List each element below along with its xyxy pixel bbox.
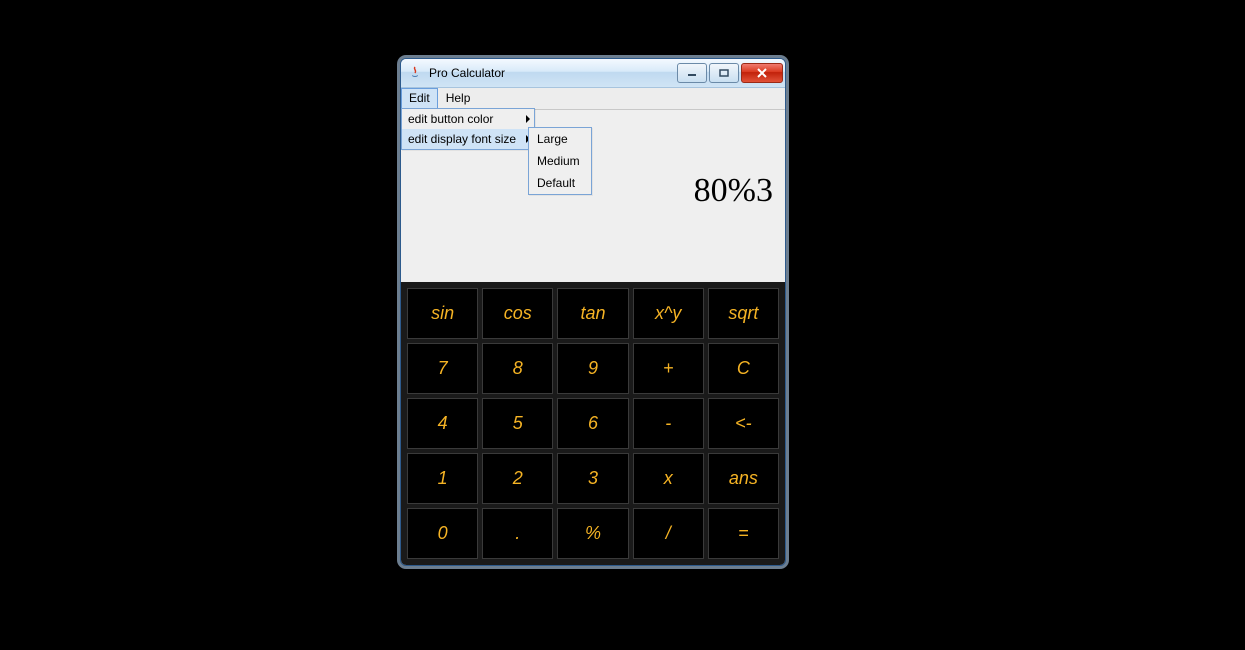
key-sqrt[interactable]: sqrt [708, 288, 779, 339]
display-value: 80%3 [694, 172, 773, 210]
font-size-submenu: Large Medium Default [528, 127, 592, 195]
key-2[interactable]: 2 [482, 453, 553, 504]
menu-item-edit-display-font-size[interactable]: edit display font size [402, 129, 534, 149]
key-percent[interactable]: % [557, 508, 628, 559]
key-6[interactable]: 6 [557, 398, 628, 449]
key-power[interactable]: x^y [633, 288, 704, 339]
app-window: Pro Calculator Edit Help edit button col… [400, 58, 786, 566]
key-equals[interactable]: = [708, 508, 779, 559]
key-cos[interactable]: cos [482, 288, 553, 339]
key-tan[interactable]: tan [557, 288, 628, 339]
menu-item-label: edit button color [408, 112, 493, 126]
minimize-button[interactable] [677, 63, 707, 83]
key-minus[interactable]: - [633, 398, 704, 449]
key-clear[interactable]: C [708, 343, 779, 394]
titlebar[interactable]: Pro Calculator [401, 59, 785, 88]
close-button[interactable] [741, 63, 783, 83]
key-4[interactable]: 4 [407, 398, 478, 449]
key-9[interactable]: 9 [557, 343, 628, 394]
key-decimal[interactable]: . [482, 508, 553, 559]
menu-help[interactable]: Help [438, 88, 479, 109]
menu-item-edit-button-color[interactable]: edit button color [402, 109, 534, 129]
edit-dropdown: edit button color edit display font size [401, 108, 535, 150]
key-plus[interactable]: + [633, 343, 704, 394]
menu-edit[interactable]: Edit [401, 88, 438, 109]
submenu-item-medium[interactable]: Medium [529, 150, 591, 172]
java-icon [407, 65, 423, 81]
key-sin[interactable]: sin [407, 288, 478, 339]
submenu-arrow-icon [526, 115, 530, 123]
key-ans[interactable]: ans [708, 453, 779, 504]
key-8[interactable]: 8 [482, 343, 553, 394]
key-5[interactable]: 5 [482, 398, 553, 449]
submenu-item-default[interactable]: Default [529, 172, 591, 194]
key-3[interactable]: 3 [557, 453, 628, 504]
key-multiply[interactable]: x [633, 453, 704, 504]
key-divide[interactable]: / [633, 508, 704, 559]
key-1[interactable]: 1 [407, 453, 478, 504]
key-0[interactable]: 0 [407, 508, 478, 559]
keypad: sin cos tan x^y sqrt 7 8 9 + C 4 5 6 - <… [401, 282, 785, 565]
submenu-item-large[interactable]: Large [529, 128, 591, 150]
maximize-button[interactable] [709, 63, 739, 83]
menu-item-label: edit display font size [408, 132, 516, 146]
window-buttons [677, 63, 783, 83]
menubar: Edit Help [401, 88, 785, 110]
window-title: Pro Calculator [429, 66, 677, 80]
key-backspace[interactable]: <- [708, 398, 779, 449]
key-7[interactable]: 7 [407, 343, 478, 394]
